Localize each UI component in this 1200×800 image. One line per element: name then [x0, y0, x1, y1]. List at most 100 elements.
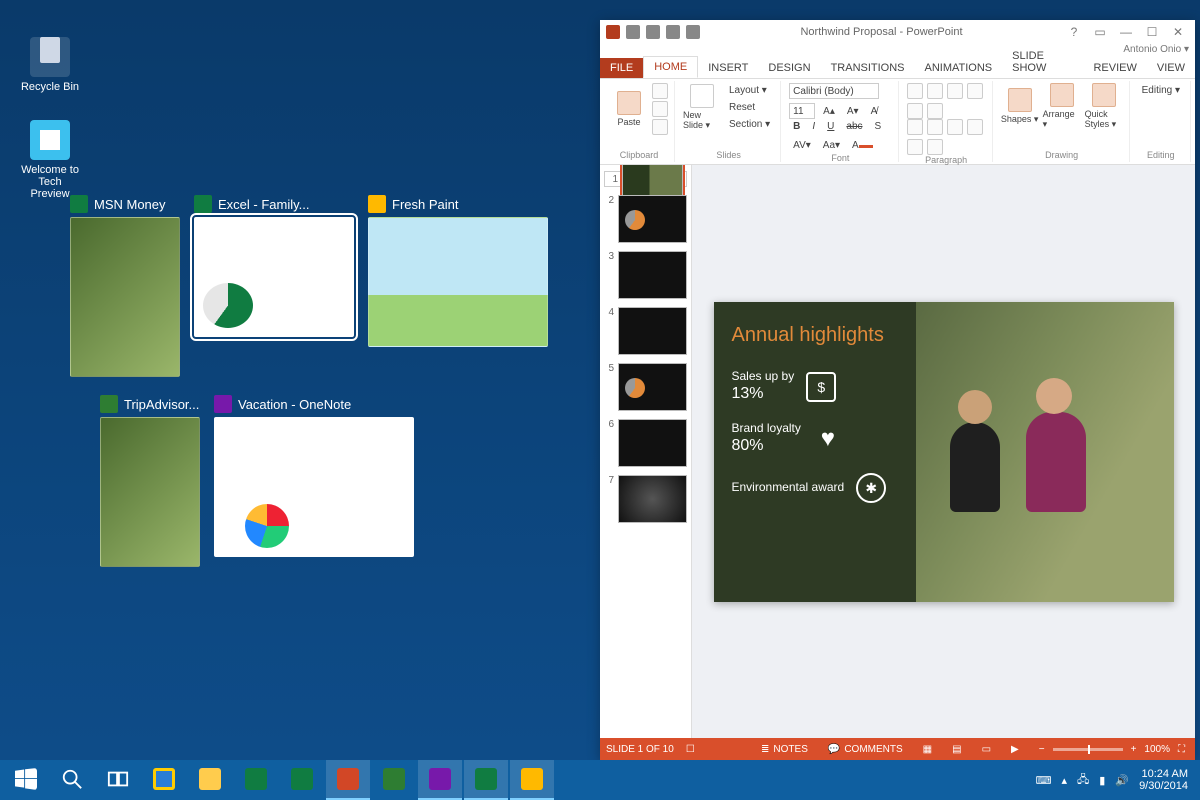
- tab-slideshow[interactable]: SLIDE SHOW: [1002, 46, 1083, 78]
- format-painter-button[interactable]: [652, 119, 668, 135]
- shapes-button[interactable]: Shapes ▾: [1001, 88, 1039, 125]
- tab-home[interactable]: HOME: [643, 56, 698, 78]
- taskbar-msn-money[interactable]: [280, 760, 324, 800]
- zoom-out-button[interactable]: −: [1035, 744, 1049, 755]
- slide-canvas[interactable]: Annual highlights Sales up by13% $ Brand…: [692, 165, 1195, 738]
- network-icon[interactable]: 🖧: [1077, 771, 1089, 790]
- slide-counter[interactable]: SLIDE 1 OF 10: [606, 744, 674, 755]
- slide-thumbnails[interactable]: 1 2 3 4 5 6 7: [600, 165, 692, 738]
- tab-file[interactable]: FILE: [600, 58, 643, 78]
- search-button[interactable]: [50, 760, 94, 800]
- comments-button[interactable]: 💬 COMMENTS: [824, 744, 907, 755]
- tab-review[interactable]: REVIEW: [1083, 58, 1146, 78]
- clear-format-button[interactable]: A̸: [867, 104, 882, 119]
- titlebar[interactable]: Northwind Proposal - PowerPoint ? ▭ — ☐ …: [600, 20, 1195, 44]
- normal-view-button[interactable]: ▦: [919, 744, 936, 755]
- tab-view[interactable]: VIEW: [1147, 58, 1195, 78]
- ribbon-display-button[interactable]: ▭: [1089, 25, 1111, 39]
- start-button[interactable]: [4, 760, 48, 800]
- section-button[interactable]: Section ▾: [725, 117, 774, 132]
- tab-animations[interactable]: ANIMATIONS: [915, 58, 1003, 78]
- align-right-button[interactable]: [947, 119, 963, 135]
- qat-present[interactable]: [686, 25, 700, 39]
- slide-title[interactable]: Annual highlights: [732, 324, 898, 347]
- clock[interactable]: 10:24 AM 9/30/2014: [1139, 768, 1188, 792]
- welcome-tech-preview[interactable]: Welcome to Tech Preview: [20, 120, 80, 200]
- copy-button[interactable]: [652, 101, 668, 117]
- fit-window-button[interactable]: ⛶: [1174, 744, 1189, 755]
- thumb-7[interactable]: 7: [604, 475, 687, 523]
- recycle-bin[interactable]: Recycle Bin: [20, 30, 80, 93]
- qat-save[interactable]: [626, 25, 640, 39]
- grow-font-button[interactable]: A▴: [819, 104, 839, 119]
- taskbar-tripadvisor[interactable]: [372, 760, 416, 800]
- indent-inc-button[interactable]: [967, 83, 983, 99]
- minimize-button[interactable]: —: [1115, 25, 1137, 39]
- columns-button[interactable]: [907, 139, 923, 155]
- thumb-6[interactable]: 6: [604, 419, 687, 467]
- stat-loyalty[interactable]: Brand loyalty80% ♥: [732, 421, 898, 457]
- thumb-5[interactable]: 5: [604, 363, 687, 411]
- thumb-2[interactable]: 2: [604, 195, 687, 243]
- help-button[interactable]: ?: [1063, 25, 1085, 39]
- strike-button[interactable]: abc: [842, 119, 866, 134]
- maximize-button[interactable]: ☐: [1141, 25, 1163, 39]
- task-view-button[interactable]: [96, 760, 140, 800]
- taskview-msn-money[interactable]: MSN Money: [70, 195, 180, 377]
- italic-button[interactable]: I: [808, 119, 819, 134]
- sorter-view-button[interactable]: ▤: [948, 744, 965, 755]
- arrange-button[interactable]: Arrange ▾: [1043, 83, 1081, 130]
- volume-icon[interactable]: 🔊: [1115, 774, 1129, 787]
- taskbar-ie[interactable]: [142, 760, 186, 800]
- align-center-button[interactable]: [927, 119, 943, 135]
- zoom-in-button[interactable]: +: [1127, 744, 1141, 755]
- taskview-excel-family[interactable]: Excel - Family...: [194, 195, 354, 377]
- notes-button[interactable]: ≣ NOTES: [757, 744, 812, 755]
- stat-sales[interactable]: Sales up by13% $: [732, 369, 898, 405]
- spellcheck-icon[interactable]: ☐: [686, 744, 695, 755]
- char-spacing-button[interactable]: AV▾: [789, 138, 815, 153]
- slide[interactable]: Annual highlights Sales up by13% $ Brand…: [714, 302, 1174, 602]
- justify-button[interactable]: [967, 119, 983, 135]
- qat-undo[interactable]: [646, 25, 660, 39]
- layout-button[interactable]: Layout ▾: [725, 83, 774, 98]
- smartart-button[interactable]: [927, 139, 943, 155]
- qat-redo[interactable]: [666, 25, 680, 39]
- zoom-level[interactable]: 100%: [1144, 744, 1170, 755]
- text-direction-button[interactable]: [927, 103, 943, 119]
- taskview-vacation-onenote[interactable]: Vacation - OneNote: [214, 395, 414, 567]
- taskbar-excel[interactable]: [464, 760, 508, 800]
- slideshow-view-button[interactable]: ▶: [1007, 744, 1023, 755]
- close-button[interactable]: ✕: [1167, 25, 1189, 39]
- align-left-button[interactable]: [907, 119, 923, 135]
- underline-button[interactable]: U: [823, 119, 838, 134]
- cut-button[interactable]: [652, 83, 668, 99]
- bold-button[interactable]: B: [789, 119, 804, 134]
- touch-keyboard-icon[interactable]: ⌨: [1036, 774, 1052, 787]
- battery-icon[interactable]: ▮: [1099, 774, 1105, 787]
- paste-button[interactable]: Paste: [610, 91, 648, 127]
- quick-styles-button[interactable]: Quick Styles ▾: [1085, 83, 1123, 130]
- change-case-button[interactable]: Aa▾: [819, 138, 844, 153]
- tab-insert[interactable]: INSERT: [698, 58, 758, 78]
- tab-transitions[interactable]: TRANSITIONS: [821, 58, 915, 78]
- taskview-fresh-paint[interactable]: Fresh Paint: [368, 195, 548, 377]
- indent-dec-button[interactable]: [947, 83, 963, 99]
- tray-overflow-icon[interactable]: ▴: [1062, 774, 1068, 787]
- taskbar-powerpoint[interactable]: [326, 760, 370, 800]
- numbering-button[interactable]: [927, 83, 943, 99]
- thumb-4[interactable]: 4: [604, 307, 687, 355]
- thumb-1[interactable]: 1: [604, 171, 687, 187]
- taskbar-fresh-paint[interactable]: [510, 760, 554, 800]
- shrink-font-button[interactable]: A▾: [843, 104, 863, 119]
- shadow-button[interactable]: S: [871, 119, 886, 134]
- reading-view-button[interactable]: ▭: [978, 744, 995, 755]
- reset-button[interactable]: Reset: [725, 100, 774, 115]
- font-color-button[interactable]: A: [848, 138, 877, 153]
- tab-design[interactable]: DESIGN: [758, 58, 820, 78]
- taskview-tripadvisor[interactable]: TripAdvisor...: [100, 395, 200, 567]
- thumb-3[interactable]: 3: [604, 251, 687, 299]
- new-slide-button[interactable]: New Slide ▾: [683, 84, 721, 131]
- taskbar-store[interactable]: [234, 760, 278, 800]
- account-name[interactable]: Antonio Onio ▾: [600, 44, 1195, 55]
